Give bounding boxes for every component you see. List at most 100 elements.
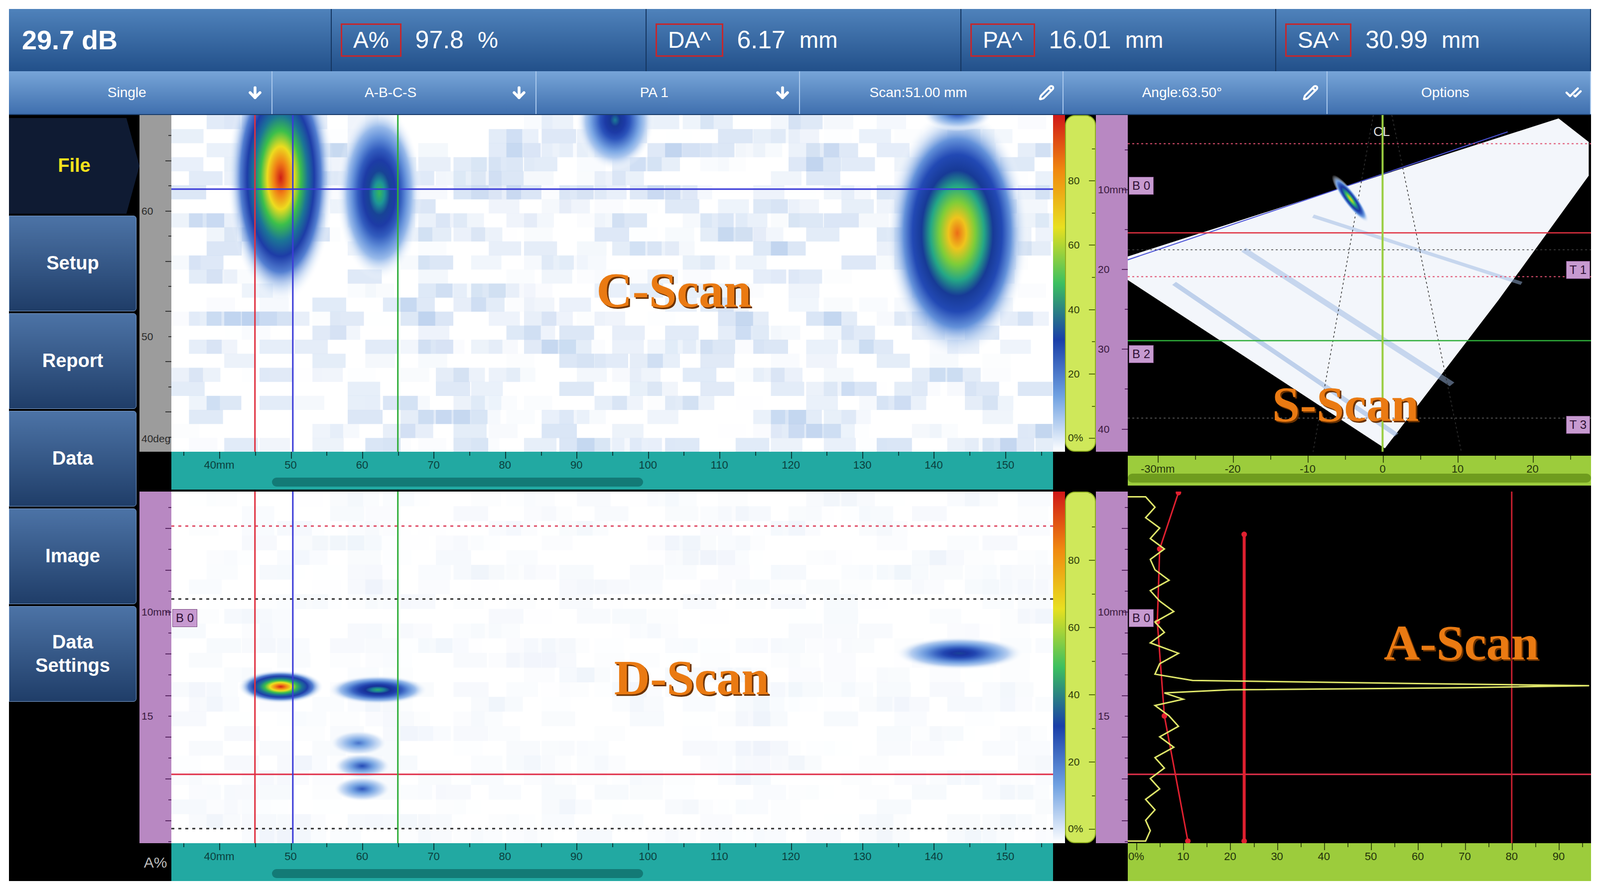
- tick-label: 30: [1270, 851, 1283, 863]
- tick-mark: [1091, 795, 1095, 797]
- tick-mark: [1088, 492, 1095, 494]
- color-scale-ruler[interactable]: 806040200%: [1065, 115, 1096, 452]
- tick-mark: [1183, 843, 1185, 851]
- reading-cell[interactable]: DA^6.17mm: [646, 8, 962, 72]
- c-scan-view[interactable]: C-Scan: [171, 115, 1054, 452]
- gain-readout[interactable]: 29.7 dB: [8, 8, 332, 72]
- tick-mark: [1088, 309, 1095, 311]
- sidebar-item[interactable]: Image: [8, 508, 137, 605]
- tick-label: 10: [1177, 851, 1190, 863]
- tick-label: 50: [284, 459, 297, 471]
- toolbar-item[interactable]: Options: [1327, 71, 1592, 115]
- tick-mark: [648, 843, 650, 851]
- toolbar-item[interactable]: A-B-C-S: [272, 71, 536, 115]
- toolbar-label: PA 1: [544, 82, 765, 104]
- reading-label: A%: [340, 23, 402, 58]
- tick-mark: [1121, 736, 1128, 738]
- gate-badge: T 3: [1566, 415, 1591, 434]
- sidebar-item[interactable]: Data Settings: [8, 606, 137, 702]
- tick-label: -30mm: [1140, 463, 1175, 475]
- scroll-thumb[interactable]: [271, 869, 644, 879]
- reading-cell[interactable]: PA^16.01mm: [961, 8, 1277, 72]
- toolbar-item[interactable]: PA 1: [536, 71, 800, 115]
- tick-label: 90: [570, 459, 583, 471]
- tick-mark: [1121, 428, 1128, 430]
- instrument-screen: 29.7 dBA%97.8%DA^6.17mmPA^16.01mmSA^30.9…: [8, 8, 1592, 882]
- tick-label: 40: [1318, 851, 1331, 863]
- tick-mark: [165, 361, 172, 363]
- scroll-thumb[interactable]: [271, 477, 644, 487]
- reading-cell[interactable]: A%97.8%: [331, 8, 647, 72]
- sector-depth-ruler[interactable]: 10mm203040: [1095, 115, 1128, 452]
- amplitude-ruler[interactable]: 0%102030405060708090: [1127, 843, 1592, 882]
- tick-mark: [1159, 843, 1161, 848]
- tick-label: 150: [996, 459, 1015, 471]
- tick-mark: [1382, 455, 1384, 463]
- tick-mark: [1277, 843, 1279, 851]
- tick-label: 70: [427, 851, 440, 863]
- reading-cell[interactable]: SA^30.99mm: [1276, 8, 1592, 72]
- sidebar-item[interactable]: Data: [8, 410, 137, 507]
- toolbar-item[interactable]: Angle:63.50°: [1063, 71, 1328, 115]
- s-scan-view[interactable]: CLB 0T 1B 2T 3S-Scan: [1127, 115, 1592, 452]
- tick-mark: [1091, 405, 1095, 407]
- tick-label: 60: [1067, 622, 1080, 633]
- tick-label: 10mm: [141, 606, 171, 617]
- tick-label: 20: [1097, 264, 1110, 275]
- tick-mark: [165, 528, 172, 530]
- reading-label: SA^: [1285, 23, 1352, 58]
- tick-mark: [398, 843, 400, 848]
- pencil-icon: [1302, 84, 1319, 101]
- tick-label: 30: [1097, 343, 1110, 355]
- tick-mark: [469, 843, 471, 848]
- tick-mark: [1088, 761, 1095, 763]
- tick-mark: [165, 210, 172, 212]
- tick-mark: [165, 820, 172, 822]
- tick-mark: [826, 843, 828, 848]
- sidebar-item[interactable]: Report: [8, 313, 137, 409]
- tick-mark: [1121, 695, 1128, 697]
- tick-mark: [1347, 843, 1349, 848]
- scroll-thumb[interactable]: [1127, 473, 1592, 483]
- tick-mark: [165, 310, 172, 312]
- views: 605040deg C-Scan 806040200% 10mm 20 30 40 CLB 0…: [139, 115, 1592, 882]
- depth-ruler[interactable]: 10mm15: [139, 491, 172, 844]
- d-scan-chart: [171, 491, 1054, 844]
- tick-mark: [219, 843, 221, 851]
- tick-label: 80: [1505, 851, 1518, 863]
- angle-ruler[interactable]: 605040deg: [139, 115, 172, 452]
- toolbar-item[interactable]: Scan:51.00 mm: [800, 71, 1064, 115]
- reading-label: PA^: [970, 23, 1036, 58]
- tick-mark: [1229, 843, 1231, 851]
- indication: [329, 730, 388, 756]
- readout-bar: 29.7 dBA%97.8%DA^6.17mmPA^16.01mmSA^30.9…: [8, 8, 1592, 72]
- tick-label: 100: [638, 851, 658, 863]
- reading-unit: mm: [1441, 22, 1480, 58]
- tick-mark: [1088, 828, 1095, 830]
- a-scan-depth-ruler[interactable]: 10mm15: [1095, 491, 1128, 844]
- a-scan-view[interactable]: B 0A-Scan: [1127, 491, 1592, 844]
- tick-label: 130: [853, 459, 872, 471]
- color-scale-ruler[interactable]: 806040200%: [1065, 491, 1096, 844]
- gate-badge: T 1: [1566, 261, 1591, 279]
- tick-mark: [165, 778, 172, 780]
- tick-mark: [933, 451, 935, 459]
- sector-offset-ruler[interactable]: -30mm-20-1001020: [1127, 455, 1592, 486]
- sidebar-item[interactable]: File: [8, 118, 140, 214]
- view-title: C-Scan: [596, 265, 752, 316]
- gate-badge: B 0: [172, 609, 198, 628]
- tick-mark: [1535, 843, 1537, 848]
- scan-axis-ruler[interactable]: 40mm5060708090100110120130140150: [171, 451, 1054, 490]
- tick-mark: [1370, 843, 1372, 851]
- tick-mark: [1088, 116, 1095, 118]
- tick-mark: [165, 261, 172, 263]
- tick-mark: [612, 451, 614, 456]
- tick-label: 70: [427, 459, 440, 471]
- tick-mark: [362, 451, 364, 459]
- scan-axis-ruler[interactable]: 40mm5060708090100110120130140150: [171, 843, 1054, 882]
- d-scan-view[interactable]: B 0D-Scan: [171, 491, 1054, 844]
- tick-mark: [898, 451, 900, 456]
- toolbar-item[interactable]: Single: [8, 71, 273, 115]
- sidebar-item[interactable]: Setup: [8, 215, 137, 312]
- reading-value: 97.8: [415, 21, 464, 59]
